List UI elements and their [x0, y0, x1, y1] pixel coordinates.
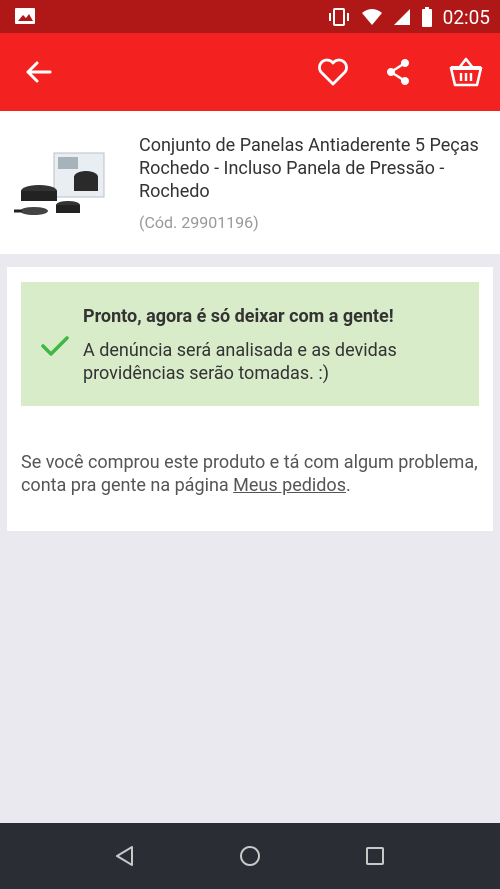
info-paragraph: Se você comprou este produto e tá com al… [21, 451, 481, 497]
triangle-back-icon [116, 846, 133, 866]
nav-recents-button[interactable] [361, 842, 389, 870]
cart-button[interactable] [446, 52, 486, 92]
product-title: Conjunto de Panelas Antiaderente 5 Peças… [139, 135, 479, 202]
share-button[interactable] [378, 52, 418, 92]
info-end: . [345, 475, 351, 496]
basket-icon [449, 57, 483, 87]
success-title: Pronto, agora é só deixar com a gente! [83, 306, 394, 327]
checkmark-icon [41, 336, 69, 356]
wifi-icon [361, 9, 382, 25]
product-summary: Conjunto de Panelas Antiaderente 5 Peças… [0, 111, 500, 254]
product-code: (Cód. 29901196) [139, 213, 259, 232]
nav-back-button[interactable] [111, 842, 139, 870]
product-image [14, 152, 105, 215]
square-recents-icon [366, 847, 384, 865]
my-orders-link[interactable]: Meus pedidos [233, 475, 346, 496]
vibrate-icon [328, 8, 349, 26]
back-arrow-icon [26, 61, 52, 83]
battery-icon [421, 7, 432, 27]
report-confirmation-card: Pronto, agora é só deixar com a gente! A… [7, 267, 493, 531]
success-message: A denúncia será analisada e as devidas p… [83, 340, 397, 384]
circle-home-icon [240, 846, 260, 866]
favorite-button[interactable] [313, 52, 353, 92]
share-icon [387, 59, 409, 85]
nav-home-button[interactable] [236, 842, 264, 870]
app-bar [0, 33, 500, 111]
clock-time: 02:05 [442, 5, 490, 29]
heart-icon [318, 58, 348, 86]
status-bar: 02:05 [0, 0, 500, 33]
back-button[interactable] [18, 52, 58, 92]
signal-icon [393, 9, 410, 25]
image-notification-icon [15, 8, 35, 24]
success-message-box: Pronto, agora é só deixar com a gente! A… [21, 282, 479, 406]
system-nav-bar [0, 823, 500, 889]
